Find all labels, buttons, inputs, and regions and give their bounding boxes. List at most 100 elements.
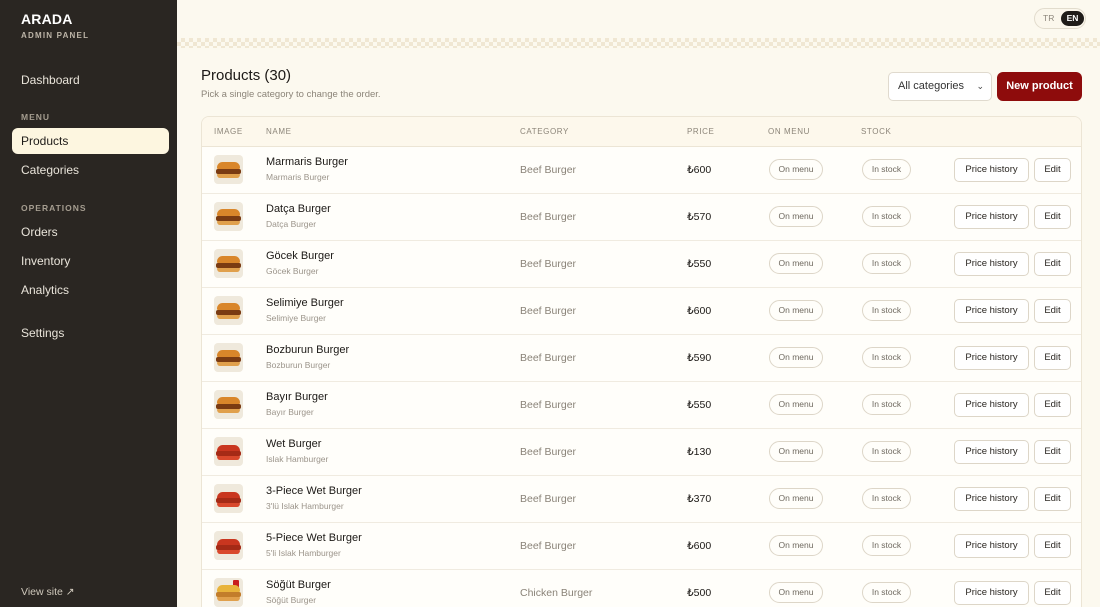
product-name: Bozburun Burger — [266, 344, 350, 356]
on-menu-toggle[interactable]: On menu — [769, 535, 823, 556]
sidebar-item-analytics[interactable]: Analytics — [12, 277, 169, 303]
price-history-button[interactable]: Price history — [954, 346, 1029, 370]
product-category: Beef Burger — [520, 399, 577, 411]
on-menu-toggle[interactable]: On menu — [769, 300, 823, 321]
product-price: ₺550 — [687, 258, 712, 270]
column-header-on-menu: ON MENU — [768, 127, 810, 136]
on-menu-toggle[interactable]: On menu — [769, 347, 823, 368]
product-category: Beef Burger — [520, 164, 577, 176]
on-menu-toggle[interactable]: On menu — [769, 441, 823, 462]
product-subname: Bozburun Burger — [266, 360, 331, 370]
stock-toggle[interactable]: In stock — [862, 206, 911, 227]
price-history-button[interactable]: Price history — [954, 299, 1029, 323]
page-title: Products (30) — [201, 67, 292, 84]
edit-button[interactable]: Edit — [1034, 346, 1071, 370]
edit-button[interactable]: Edit — [1034, 534, 1071, 558]
product-category: Beef Burger — [520, 305, 577, 317]
product-category: Beef Burger — [520, 352, 577, 364]
product-price: ₺130 — [687, 446, 712, 458]
product-price: ₺500 — [687, 587, 712, 599]
product-name: Datça Burger — [266, 203, 331, 215]
product-category: Beef Burger — [520, 540, 577, 552]
edit-button[interactable]: Edit — [1034, 581, 1071, 605]
table-row: Selimiye Burger Selimiye Burger Beef Burge… — [202, 288, 1081, 335]
column-header-price: PRICE — [687, 127, 715, 136]
column-header-stock: STOCK — [861, 127, 892, 136]
edit-button[interactable]: Edit — [1034, 487, 1071, 511]
product-subname: Datça Burger — [266, 219, 317, 229]
category-filter-select[interactable]: All categories ⌄ — [888, 72, 992, 101]
brand-logo[interactable]: ARADA — [21, 11, 73, 27]
product-subname: Söğüt Burger — [266, 595, 317, 605]
sidebar-section-menu: MENU — [21, 112, 51, 122]
price-history-button[interactable]: Price history — [954, 534, 1029, 558]
product-image — [214, 484, 243, 513]
new-product-button[interactable]: New product — [997, 72, 1082, 101]
stock-toggle[interactable]: In stock — [862, 394, 911, 415]
table-row: Wet Burger Islak Hamburger Beef Burger ₺130… — [202, 429, 1081, 476]
category-filter-value: All categories — [898, 80, 965, 92]
burger-bun-bottom-icon — [217, 362, 240, 366]
sidebar-item-settings[interactable]: Settings — [12, 320, 169, 346]
on-menu-toggle[interactable]: On menu — [769, 206, 823, 227]
column-header-category: CATEGORY — [520, 127, 569, 136]
column-header-image: IMAGE — [214, 127, 243, 136]
stock-toggle[interactable]: In stock — [862, 582, 911, 603]
lang-option-tr[interactable]: TR — [1043, 13, 1054, 23]
stock-toggle[interactable]: In stock — [862, 347, 911, 368]
burger-bun-bottom-icon — [217, 550, 240, 554]
product-image — [214, 249, 243, 278]
edit-button[interactable]: Edit — [1034, 158, 1071, 182]
on-menu-toggle[interactable]: On menu — [769, 394, 823, 415]
product-price: ₺600 — [687, 164, 712, 176]
product-category: Beef Burger — [520, 446, 577, 458]
stock-toggle[interactable]: In stock — [862, 253, 911, 274]
product-subname: 3'lü Islak Hamburger — [266, 501, 344, 511]
burger-bun-icon — [217, 162, 240, 169]
burger-bun-icon — [217, 256, 240, 263]
product-subname: Selimiye Burger — [266, 313, 326, 323]
product-name: 3-Piece Wet Burger — [266, 485, 362, 497]
edit-button[interactable]: Edit — [1034, 252, 1071, 276]
product-price: ₺550 — [687, 399, 712, 411]
edit-button[interactable]: Edit — [1034, 393, 1071, 417]
on-menu-toggle[interactable]: On menu — [769, 159, 823, 180]
table-row: 3-Piece Wet Burger 3'lü Islak Hamburger Be… — [202, 476, 1081, 523]
view-site-link[interactable]: View site ↗ — [21, 586, 75, 598]
price-history-button[interactable]: Price history — [954, 393, 1029, 417]
sidebar-item-products[interactable]: Products — [12, 128, 169, 154]
price-history-button[interactable]: Price history — [954, 487, 1029, 511]
price-history-button[interactable]: Price history — [954, 158, 1029, 182]
sidebar-item-orders[interactable]: Orders — [12, 219, 169, 245]
table-row: Bayır Burger Bayır Burger Beef Burger ₺550 O… — [202, 382, 1081, 429]
edit-button[interactable]: Edit — [1034, 299, 1071, 323]
stock-toggle[interactable]: In stock — [862, 159, 911, 180]
product-name: 5-Piece Wet Burger — [266, 532, 362, 544]
price-history-button[interactable]: Price history — [954, 581, 1029, 605]
on-menu-toggle[interactable]: On menu — [769, 582, 823, 603]
edit-button[interactable]: Edit — [1034, 440, 1071, 464]
sidebar-section-operations: OPERATIONS — [21, 203, 87, 213]
price-history-button[interactable]: Price history — [954, 440, 1029, 464]
language-toggle[interactable]: TR EN — [1034, 8, 1086, 29]
stock-toggle[interactable]: In stock — [862, 300, 911, 321]
decorative-checker-border — [177, 38, 1100, 48]
product-image — [214, 202, 243, 231]
lang-option-en[interactable]: EN — [1061, 11, 1084, 26]
sidebar-item-inventory[interactable]: Inventory — [12, 248, 169, 274]
price-history-button[interactable]: Price history — [954, 205, 1029, 229]
edit-button[interactable]: Edit — [1034, 205, 1071, 229]
on-menu-toggle[interactable]: On menu — [769, 253, 823, 274]
sidebar-item-dashboard[interactable]: Dashboard — [12, 67, 169, 93]
product-image — [214, 343, 243, 372]
stock-toggle[interactable]: In stock — [862, 488, 911, 509]
product-image — [214, 296, 243, 325]
on-menu-toggle[interactable]: On menu — [769, 488, 823, 509]
table-row: Datça Burger Datça Burger Beef Burger ₺570 O… — [202, 194, 1081, 241]
product-category: Chicken Burger — [520, 587, 593, 599]
stock-toggle[interactable]: In stock — [862, 535, 911, 556]
table-row: Göcek Burger Göcek Burger Beef Burger ₺550 O… — [202, 241, 1081, 288]
stock-toggle[interactable]: In stock — [862, 441, 911, 462]
sidebar-item-categories[interactable]: Categories — [12, 157, 169, 183]
price-history-button[interactable]: Price history — [954, 252, 1029, 276]
